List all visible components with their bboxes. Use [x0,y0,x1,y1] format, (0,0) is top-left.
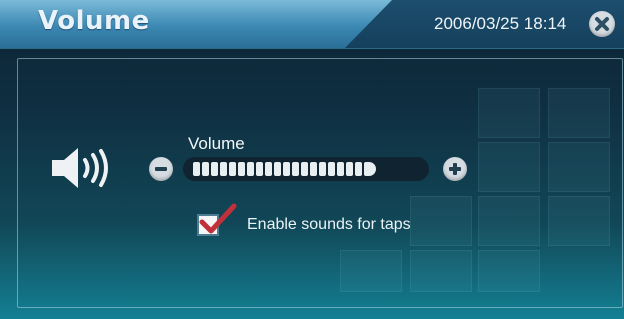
volume-slider-segment [193,162,200,176]
minus-icon [155,167,167,171]
plus-icon [449,163,461,175]
volume-slider-segment [319,162,326,176]
checkmark-icon [199,203,237,234]
volume-slider-segment [364,162,376,176]
datetime-display: 2006/03/25 18:14 [434,14,567,33]
volume-slider-segment [292,162,299,176]
volume-slider-segment [256,162,263,176]
volume-slider-segment [274,162,281,176]
volume-decrease-button[interactable] [149,157,173,181]
volume-slider-segment [337,162,344,176]
window-title: Volume [38,6,150,36]
volume-slider-segment [328,162,335,176]
volume-label: Volume [188,134,245,153]
volume-slider-segment [283,162,290,176]
speaker-icon [52,148,108,188]
volume-slider-segment [346,162,353,176]
volume-slider-segment [211,162,218,176]
volume-slider-segment [220,162,227,176]
volume-slider-segment [238,162,245,176]
close-icon [595,17,609,31]
volume-dialog: Volume 2006/03/25 18:14 Volume Enable so… [0,0,624,319]
enable-tap-sounds-label[interactable]: Enable sounds for taps [247,216,411,234]
volume-slider-segment [202,162,209,176]
volume-slider-segment [310,162,317,176]
volume-slider-segment [301,162,308,176]
volume-slider-fill [193,162,376,176]
volume-slider-segment [355,162,362,176]
title-bar: Volume 2006/03/25 18:14 [0,0,624,49]
volume-increase-button[interactable] [443,157,467,181]
volume-slider-segment [265,162,272,176]
volume-slider-segment [229,162,236,176]
close-button[interactable] [589,11,615,37]
volume-slider-segment [247,162,254,176]
